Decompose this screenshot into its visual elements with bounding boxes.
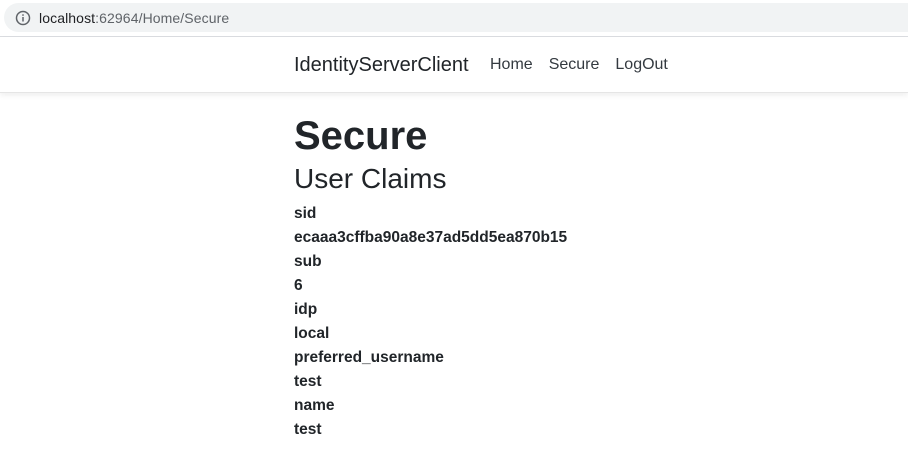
claim-value-sid: ecaaa3cffba90a8e37ad5dd5ea870b15 [294,229,568,246]
brand-link[interactable]: IdentityServerClient [294,54,469,77]
nav-link-secure[interactable]: Secure [549,56,600,74]
url-path: :62964/Home/Secure [95,9,230,26]
claims-list: sid ecaaa3cffba90a8e37ad5dd5ea870b15 sub… [294,202,874,442]
claim-type-sid: sid [294,205,317,222]
page-title: Secure [294,114,428,158]
claim-value-idp: local [294,325,330,342]
main-content: Secure User Claims sid ecaaa3cffba90a8e3… [294,112,874,442]
section-title: User Claims [294,163,447,194]
info-icon[interactable] [12,7,34,29]
claim-type-preferred-username: preferred_username [294,349,444,366]
claim-type-idp: idp [294,301,318,318]
site-navbar: IdentityServerClient Home Secure LogOut [0,37,908,93]
claim-value-sub: 6 [294,277,303,294]
url-host: localhost [39,9,96,26]
claim-type-sub: sub [294,253,322,270]
claim-value-preferred-username: test [294,373,322,390]
url-field[interactable]: localhost:62964/Home/Secure [4,3,908,32]
claim-value-name: test [294,421,322,438]
nav-links: Home Secure LogOut [490,56,668,74]
claim-type-name: name [294,397,335,414]
browser-address-bar: localhost:62964/Home/Secure [0,0,908,37]
nav-link-logout[interactable]: LogOut [615,56,667,74]
nav-link-home[interactable]: Home [490,56,533,74]
url-text[interactable]: localhost:62964/Home/Secure [39,10,229,26]
